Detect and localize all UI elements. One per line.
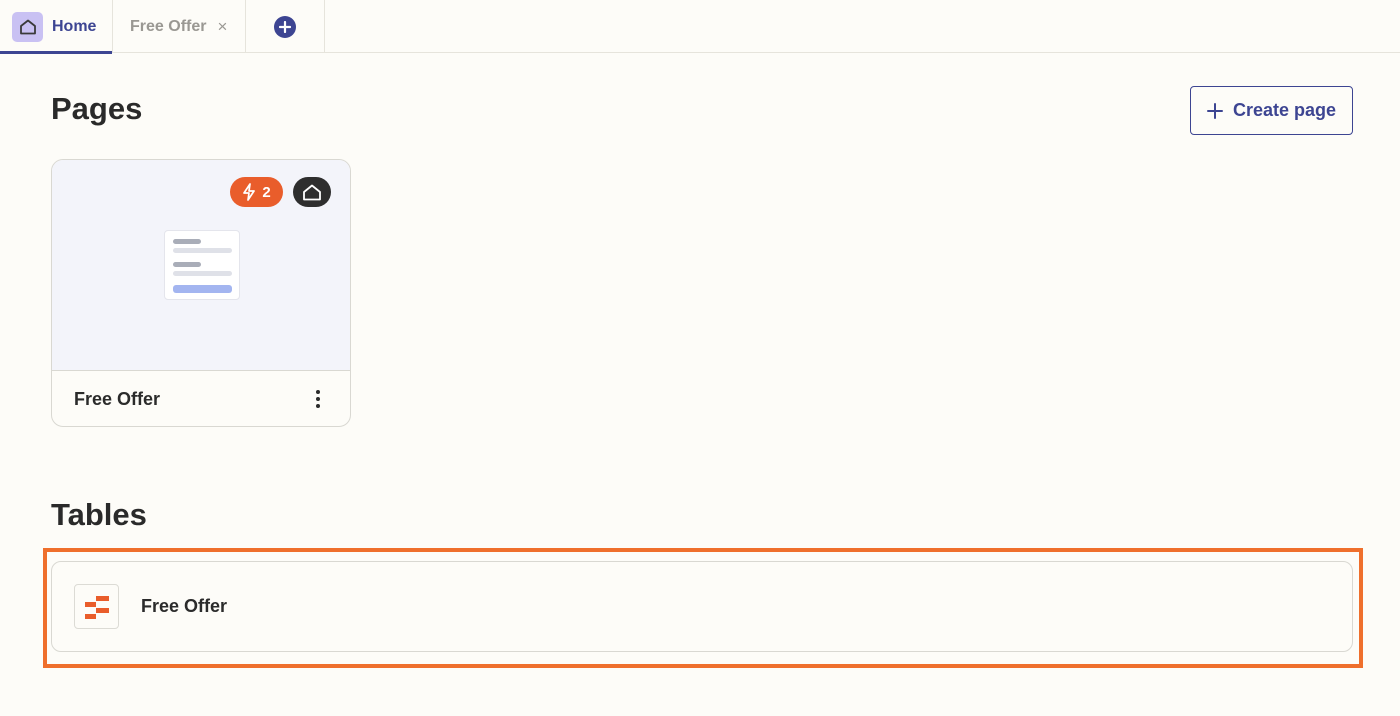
tab-home[interactable]: Home	[0, 0, 113, 54]
table-name: Free Offer	[141, 596, 228, 616]
create-page-label: Create page	[1232, 100, 1337, 120]
zap-count: 2	[262, 183, 271, 201]
pages-heading: Pages	[51, 91, 143, 126]
thumb-line	[173, 262, 201, 267]
home-page-badge	[293, 177, 331, 207]
home-icon	[12, 11, 43, 42]
page-card-name[interactable]: Free Offer	[74, 389, 160, 410]
thumb-button	[173, 285, 232, 293]
document-thumbnail	[164, 230, 240, 300]
close-icon[interactable]: ×	[217, 18, 227, 35]
plus-circle-icon	[274, 15, 296, 38]
tab-free-offer-label: Free Offer	[130, 17, 207, 35]
thumb-line	[173, 248, 232, 253]
tab-bar: Home Free Offer ×	[0, 0, 1400, 54]
add-tab-button[interactable]	[246, 0, 325, 53]
kebab-menu-icon[interactable]	[308, 387, 328, 411]
lightning-icon	[243, 183, 256, 201]
page-card[interactable]: 2 Free Offer	[51, 159, 351, 427]
table-icon	[74, 584, 119, 629]
page-card-footer: Free Offer	[52, 371, 350, 426]
thumb-line	[173, 271, 232, 276]
tables-heading: Tables	[51, 497, 147, 532]
page-preview[interactable]: 2	[52, 160, 350, 371]
thumb-line	[173, 239, 201, 244]
create-page-button[interactable]: Create page	[1190, 86, 1353, 135]
table-row[interactable]: Free Offer	[51, 561, 1353, 652]
plus-icon	[1206, 102, 1223, 119]
home-icon	[303, 184, 321, 200]
tab-free-offer[interactable]: Free Offer ×	[113, 0, 246, 53]
zap-count-badge[interactable]: 2	[230, 177, 283, 207]
tab-home-label: Home	[52, 17, 97, 35]
